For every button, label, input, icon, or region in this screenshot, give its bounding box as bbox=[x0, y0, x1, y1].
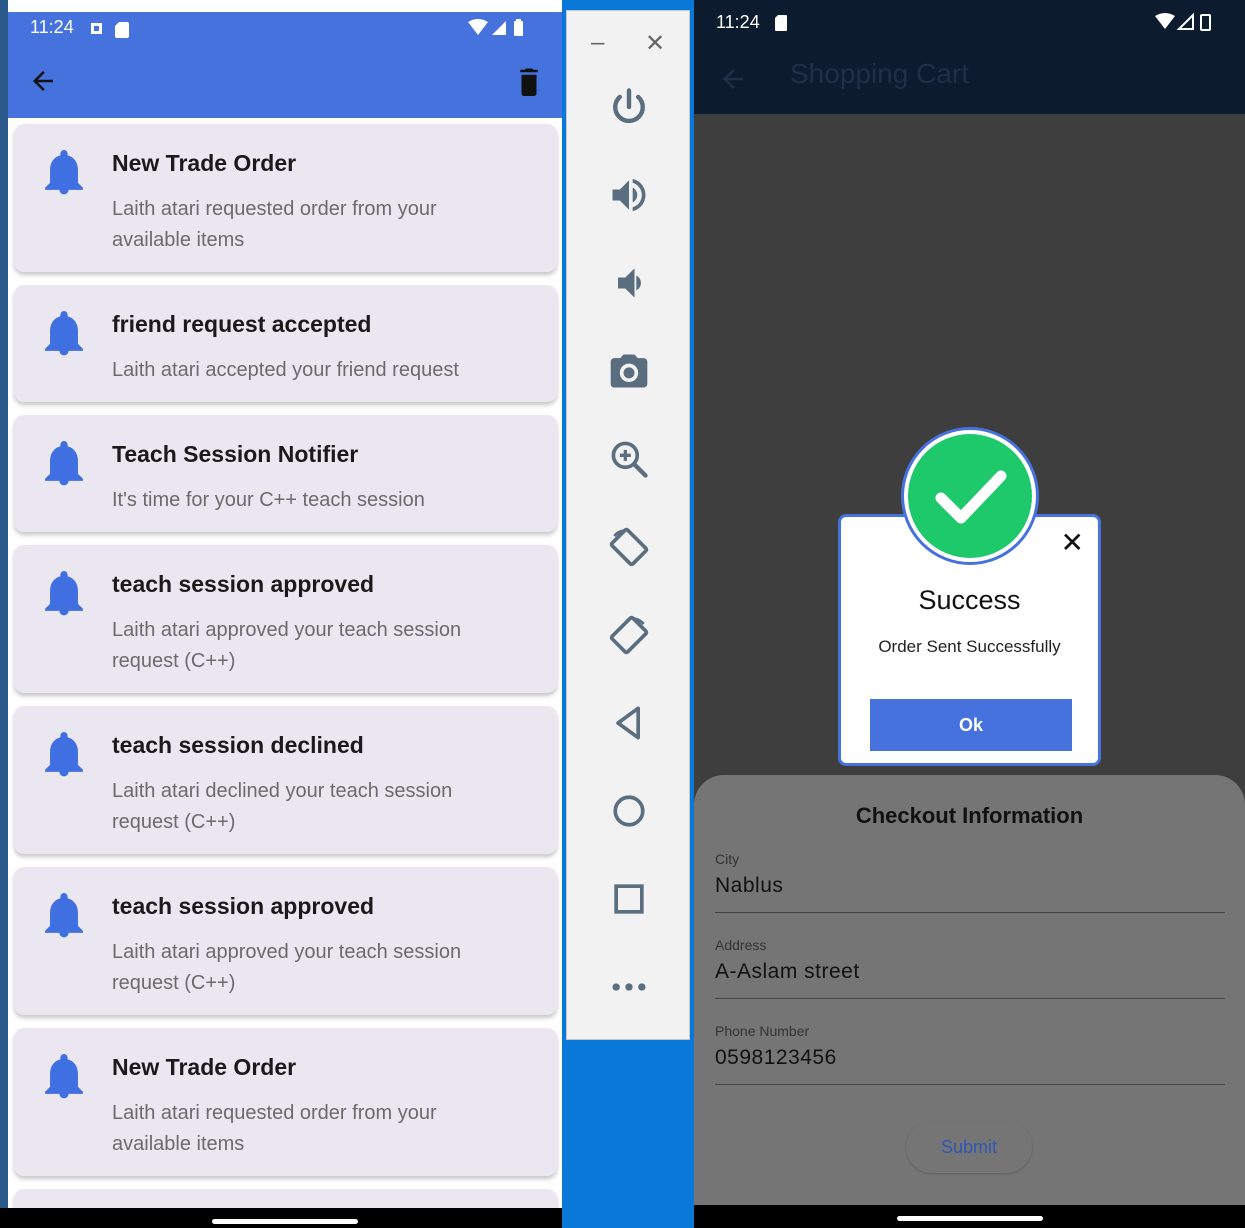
toolbar-panel: – ✕ bbox=[566, 10, 690, 1040]
zoom-icon[interactable] bbox=[605, 435, 653, 483]
success-check-icon bbox=[901, 427, 1039, 565]
close-icon[interactable]: ✕ bbox=[1061, 529, 1084, 557]
field-underline bbox=[715, 912, 1225, 913]
status-bar: 11:24 bbox=[694, 0, 1245, 48]
back-arrow-icon[interactable] bbox=[28, 66, 58, 96]
shopping-cart-screen: 11:24 Shopping Cart Checkout Information… bbox=[694, 0, 1245, 1228]
city-value[interactable]: Nablus bbox=[715, 874, 1225, 898]
more-icon[interactable] bbox=[605, 963, 653, 1011]
notification-card[interactable]: teach session approved Laith atari appro… bbox=[14, 545, 557, 693]
checkout-sheet: Checkout Information City Nablus Address… bbox=[694, 775, 1245, 1205]
phone-number-label: Phone Number bbox=[715, 1023, 810, 1039]
delete-icon[interactable] bbox=[514, 64, 544, 98]
status-bar: 11:24 bbox=[8, 12, 562, 48]
notification-message: Laith atari requested order from your av… bbox=[112, 198, 437, 251]
bell-icon bbox=[44, 1054, 84, 1100]
notification-card[interactable] bbox=[14, 1189, 557, 1208]
submit-button[interactable]: Submit bbox=[906, 1121, 1032, 1173]
page-title: Shopping Cart bbox=[790, 58, 970, 89]
notification-message: Laith atari approved your teach session … bbox=[112, 941, 462, 994]
camera-icon[interactable] bbox=[605, 347, 653, 395]
bell-icon bbox=[44, 150, 84, 196]
address-label: Address bbox=[715, 937, 767, 953]
signal-battery-icons bbox=[466, 18, 528, 45]
address-field[interactable]: Address A-Aslam street bbox=[715, 937, 1225, 999]
overview-icon[interactable] bbox=[605, 875, 653, 923]
dialog-title: Success bbox=[918, 585, 1021, 615]
notification-title: Teach Session Notifier bbox=[112, 441, 359, 467]
notifications-screen: 11:24 New Trade Order Laith atari reques… bbox=[0, 0, 562, 1228]
success-dialog: ✕ Success Order Sent Successfully Ok bbox=[838, 427, 1101, 766]
notification-message: Laith atari declined your teach session … bbox=[112, 780, 453, 833]
city-label: City bbox=[715, 851, 740, 867]
city-field[interactable]: City Nablus bbox=[715, 851, 1225, 913]
notification-message: Laith atari accepted your friend request bbox=[112, 359, 459, 381]
notification-card[interactable]: New Trade Order Laith atari requested or… bbox=[14, 1028, 557, 1176]
power-icon[interactable] bbox=[605, 83, 653, 131]
status-time: 11:24 bbox=[716, 12, 760, 32]
notification-card[interactable]: friend request accepted Laith atari acce… bbox=[14, 285, 557, 402]
notification-card[interactable]: Teach Session Notifier It's time for you… bbox=[14, 415, 557, 532]
app-bar bbox=[8, 48, 562, 118]
bell-icon bbox=[44, 441, 84, 487]
sd-card-icon bbox=[774, 14, 788, 37]
navigation-bar bbox=[0, 1208, 562, 1228]
phone-number-field[interactable]: Phone Number 0598123456 bbox=[715, 1023, 1225, 1085]
dialog-message: Order Sent Successfully bbox=[878, 637, 1061, 656]
field-underline bbox=[715, 998, 1225, 999]
rotate-left-icon[interactable] bbox=[605, 523, 653, 571]
home-gesture-bar[interactable] bbox=[897, 1216, 1043, 1221]
bell-icon bbox=[44, 311, 84, 357]
app-bar: Shopping Cart bbox=[694, 48, 1245, 114]
bell-icon bbox=[44, 893, 84, 939]
rotate-right-icon[interactable] bbox=[605, 611, 653, 659]
home-gesture-bar[interactable] bbox=[212, 1219, 358, 1224]
back-icon[interactable] bbox=[605, 699, 653, 747]
minimize-button[interactable]: – bbox=[591, 29, 604, 57]
emulator-toolbar: – ✕ bbox=[562, 0, 694, 1228]
notification-message: It's time for your C++ teach session bbox=[112, 489, 425, 511]
field-underline bbox=[715, 1084, 1225, 1085]
notification-message: Laith atari approved your teach session … bbox=[112, 619, 462, 672]
notification-title: New Trade Order bbox=[112, 1054, 297, 1080]
volume-down-icon[interactable] bbox=[605, 259, 653, 307]
checkout-heading: Checkout Information bbox=[855, 803, 1084, 828]
notification-icons bbox=[88, 20, 134, 45]
notification-card[interactable]: teach session declined Laith atari decli… bbox=[14, 706, 557, 854]
notification-title: friend request accepted bbox=[112, 311, 372, 337]
back-arrow-icon[interactable] bbox=[718, 64, 748, 94]
home-icon[interactable] bbox=[605, 787, 653, 835]
volume-up-icon[interactable] bbox=[605, 171, 653, 219]
bell-icon bbox=[44, 571, 84, 617]
status-time: 11:24 bbox=[30, 17, 74, 37]
notification-title: teach session approved bbox=[112, 893, 375, 919]
notification-message: Laith atari requested order from your av… bbox=[112, 1102, 437, 1155]
navigation-bar bbox=[694, 1205, 1245, 1228]
notification-card[interactable]: teach session approved Laith atari appro… bbox=[14, 867, 557, 1015]
notification-title: New Trade Order bbox=[112, 150, 297, 176]
notification-title: teach session declined bbox=[112, 732, 364, 758]
ok-button[interactable]: Ok bbox=[870, 699, 1072, 751]
notification-title: teach session approved bbox=[112, 571, 375, 597]
window-edge bbox=[0, 0, 8, 1228]
phone-number-value[interactable]: 0598123456 bbox=[715, 1046, 1225, 1070]
close-window-button[interactable]: ✕ bbox=[645, 29, 665, 58]
notification-card[interactable]: New Trade Order Laith atari requested or… bbox=[14, 124, 557, 272]
address-value[interactable]: A-Aslam street bbox=[715, 960, 1225, 984]
signal-battery-icons bbox=[1153, 12, 1215, 39]
notification-list: New Trade Order Laith atari requested or… bbox=[8, 118, 562, 1208]
bell-icon bbox=[44, 732, 84, 778]
